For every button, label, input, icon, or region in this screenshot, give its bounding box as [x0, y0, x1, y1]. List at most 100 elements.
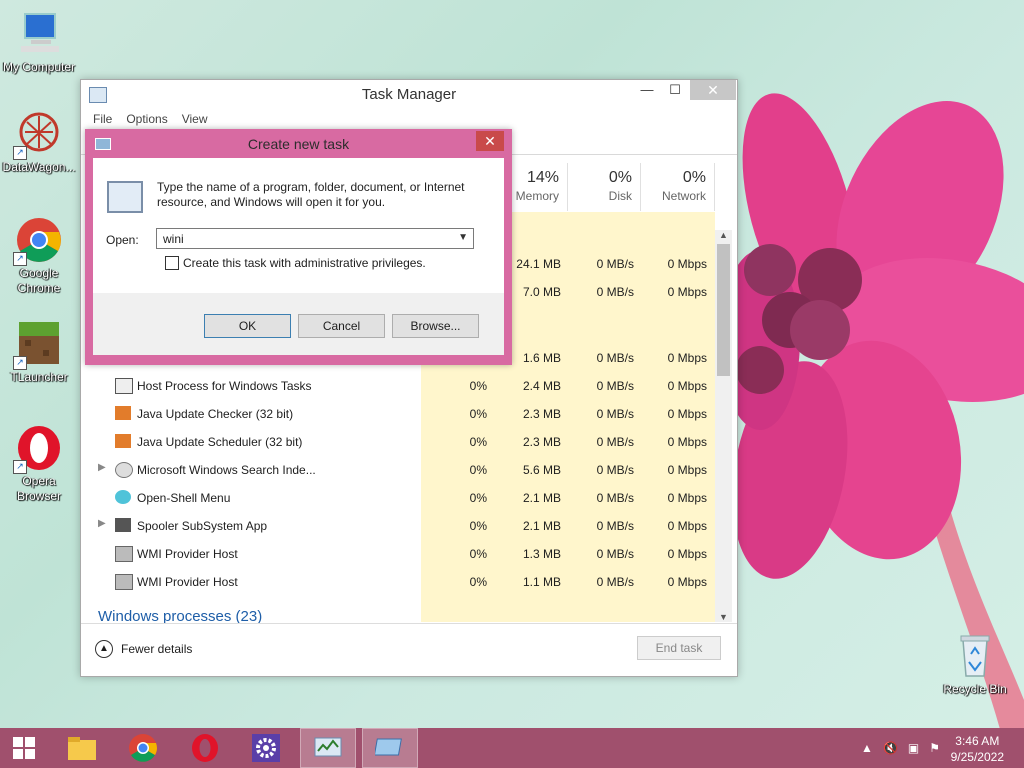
open-input-value[interactable]: wini — [163, 232, 184, 246]
cancel-button[interactable]: Cancel — [298, 314, 385, 338]
network-label: Network — [661, 189, 706, 203]
menu-bar: File Options View — [81, 108, 737, 130]
taskbar-file-explorer[interactable] — [54, 728, 110, 768]
taskbar-run-dialog[interactable] — [362, 728, 418, 768]
computer-icon — [15, 10, 63, 58]
menu-file[interactable]: File — [87, 108, 118, 130]
end-task-button[interactable]: End task — [637, 636, 721, 660]
memory-cell: 2.4 MB — [522, 379, 561, 393]
cpu-cell: 0% — [469, 435, 487, 449]
expand-chevron-icon[interactable]: ▶ — [98, 462, 106, 473]
process-name: Host Process for Windows Tasks — [137, 379, 312, 393]
vertical-scrollbar[interactable]: ▲ ▼ — [715, 230, 732, 622]
dialog-close-button[interactable]: ✕ — [476, 131, 504, 151]
open-combobox[interactable]: wini ▼ — [156, 228, 474, 249]
table-row[interactable]: WMI Provider Host 0% 1.1 MB 0 MB/s 0 Mbp… — [81, 568, 715, 596]
start-button[interactable] — [0, 728, 48, 768]
system-tray: ▲ 🔇 ▣ ⚑ — [861, 741, 940, 755]
java-icon — [115, 434, 131, 448]
fewer-details-button[interactable]: ▲ Fewer details — [95, 640, 192, 658]
shortcut-arrow-icon: ↗ — [13, 356, 27, 370]
title-bar[interactable]: Task Manager — ☐ ✕ — [81, 80, 737, 108]
windows-logo-icon — [13, 737, 35, 759]
network-icon[interactable]: ▣ — [908, 741, 919, 755]
taskbar-opera[interactable] — [177, 728, 233, 768]
desktop-icon-google-chrome[interactable]: ↗ Google Chrome — [0, 216, 78, 296]
shortcut-arrow-icon: ↗ — [13, 252, 27, 266]
network-column-header[interactable]: 0% Network — [641, 163, 715, 211]
volume-muted-icon[interactable]: 🔇 — [883, 741, 898, 755]
network-percent: 0% — [682, 169, 706, 186]
memory-cell: 1.1 MB — [522, 575, 561, 589]
disk-column-header[interactable]: 0% Disk — [568, 163, 641, 211]
menu-options[interactable]: Options — [120, 108, 173, 130]
process-name: Java Update Checker (32 bit) — [137, 407, 294, 421]
scroll-thumb[interactable] — [717, 244, 730, 376]
opera-icon: ↗ — [13, 424, 63, 474]
checkbox-box[interactable] — [165, 256, 179, 270]
task-manager-icon — [314, 737, 342, 757]
menu-view[interactable]: View — [176, 108, 214, 130]
memory-cell: 1.3 MB — [522, 547, 561, 561]
clock-time: 3:46 AM — [955, 734, 1000, 748]
table-row[interactable]: Java Update Checker (32 bit) 0% 2.3 MB 0… — [81, 400, 715, 428]
action-center-icon[interactable]: ⚑ — [929, 741, 940, 755]
scroll-up-icon[interactable]: ▲ — [717, 230, 730, 240]
network-cell: 0 Mbps — [667, 519, 707, 533]
browse-button[interactable]: Browse... — [392, 314, 479, 338]
taskbar-settings[interactable] — [238, 728, 294, 768]
run-icon — [375, 738, 402, 756]
close-button[interactable]: ✕ — [690, 80, 736, 100]
clock[interactable]: 3:46 AM 9/25/2022 — [951, 733, 1004, 765]
datawagon-icon: ↗ — [13, 110, 63, 160]
table-row[interactable]: Host Process for Windows Tasks 0% 2.4 MB… — [81, 372, 715, 400]
disk-cell: 0 MB/s — [596, 407, 634, 421]
show-hidden-icons-icon[interactable]: ▲ — [861, 741, 873, 755]
network-cell: 0 Mbps — [667, 351, 707, 365]
table-row[interactable]: Java Update Scheduler (32 bit) 0% 2.3 MB… — [81, 428, 715, 456]
chevron-up-icon: ▲ — [95, 640, 113, 658]
desktop-icon-recycle-bin[interactable]: Recycle Bin — [936, 632, 1014, 697]
opera-icon — [192, 734, 218, 762]
run-icon — [107, 181, 143, 213]
table-row[interactable]: Open-Shell Menu 0% 2.1 MB 0 MB/s 0 Mbps — [81, 484, 715, 512]
minecraft-icon: ↗ — [13, 320, 63, 370]
memory-cell: 2.1 MB — [522, 491, 561, 505]
disk-cell: 0 MB/s — [596, 285, 634, 299]
desktop-icon-label: DataWagon... — [2, 160, 76, 174]
desktop-icon-opera[interactable]: ↗ Opera Browser — [0, 424, 78, 504]
gear-icon — [252, 734, 280, 762]
dialog-body: Type the name of a program, folder, docu… — [93, 158, 504, 355]
folder-icon — [68, 737, 96, 760]
process-name: Microsoft Windows Search Inde... — [137, 463, 316, 477]
admin-privileges-checkbox[interactable]: Create this task with administrative pri… — [165, 256, 426, 270]
table-row[interactable]: WMI Provider Host 0% 1.3 MB 0 MB/s 0 Mbp… — [81, 540, 715, 568]
desktop-icon-label: Google Chrome — [17, 266, 61, 295]
network-cell: 0 Mbps — [667, 575, 707, 589]
disk-cell: 0 MB/s — [596, 491, 634, 505]
desktop-icon-tlauncher[interactable]: ↗ TLauncher — [0, 320, 78, 385]
chrome-icon — [129, 734, 157, 762]
minimize-button[interactable]: — — [632, 80, 662, 100]
desktop-icon-my-computer[interactable]: My Computer — [0, 10, 78, 75]
taskbar-chrome[interactable] — [115, 728, 171, 768]
desktop-icon-label: TLauncher — [10, 370, 68, 384]
admin-privileges-label: Create this task with administrative pri… — [183, 256, 426, 270]
dialog-title-bar[interactable]: Create new task ✕ — [85, 129, 512, 158]
table-row[interactable]: ▶ Spooler SubSystem App 0% 2.1 MB 0 MB/s… — [81, 512, 715, 540]
open-label: Open: — [106, 233, 139, 247]
ok-button[interactable]: OK — [204, 314, 291, 338]
chevron-down-icon[interactable]: ▼ — [458, 232, 468, 243]
search-indexer-icon — [115, 462, 133, 478]
desktop-icon-datawagon[interactable]: ↗ DataWagon... — [0, 110, 78, 175]
expand-chevron-icon[interactable]: ▶ — [98, 518, 106, 529]
scroll-down-icon[interactable]: ▼ — [717, 612, 730, 622]
table-row[interactable]: ▶ Microsoft Windows Search Inde... 0% 5.… — [81, 456, 715, 484]
chrome-icon: ↗ — [13, 216, 63, 266]
taskbar-task-manager[interactable] — [300, 728, 356, 768]
cpu-cell: 0% — [469, 491, 487, 505]
maximize-button[interactable]: ☐ — [660, 80, 690, 100]
disk-label: Disk — [608, 189, 632, 203]
process-name: WMI Provider Host — [137, 547, 238, 561]
cpu-cell: 0% — [469, 519, 487, 533]
